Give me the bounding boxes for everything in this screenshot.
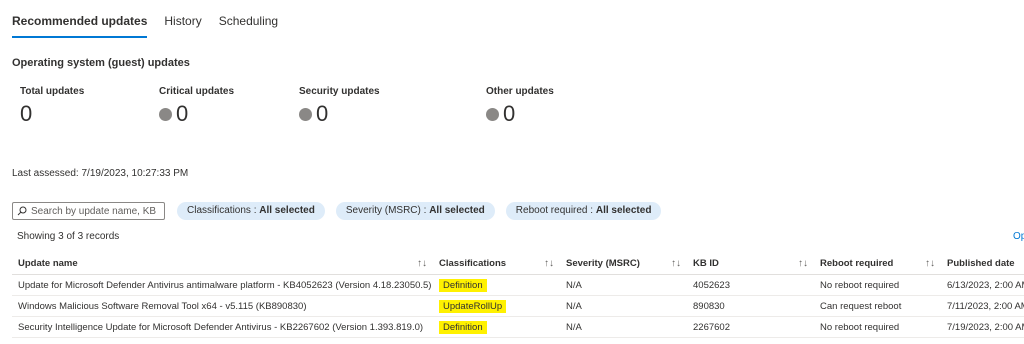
metric-security-updates: Security updates 0: [299, 86, 380, 127]
metric-value: 0: [316, 101, 329, 126]
record-count: Showing 3 of 3 records: [17, 231, 120, 242]
metric-value: 0: [503, 101, 516, 126]
column-header-kb-id[interactable]: KB ID ↑↓: [687, 252, 814, 275]
status-dot-icon: [299, 107, 312, 121]
table-header-row: Update name ↑↓ Classifications ↑↓ Severity…: [12, 252, 1024, 275]
sort-icon[interactable]: ↑↓: [544, 258, 554, 269]
column-header-reboot-required[interactable]: Reboot required ↑↓: [814, 252, 941, 275]
sort-icon[interactable]: ↑↓: [671, 258, 681, 269]
filter-severity[interactable]: Severity (MSRC) : All selected: [335, 202, 495, 220]
classification-badge: UpdateRollUp: [439, 299, 507, 313]
filter-value: All selected: [595, 205, 652, 216]
updates-table: Update name ↑↓ Classifications ↑↓ Severity…: [12, 252, 1024, 338]
metric-label: Critical updates: [159, 86, 235, 97]
column-header-severity[interactable]: Severity (MSRC) ↑↓: [560, 252, 687, 275]
section-title: Operating system (guest) updates: [12, 57, 190, 69]
metric-label: Security updates: [299, 86, 380, 97]
table-row[interactable]: Windows Malicious Software Removal Tool …: [12, 295, 1024, 317]
last-assessed-text: Last assessed: 7/19/2023, 10:27:33 PM: [12, 168, 189, 179]
tab-scheduling[interactable]: Scheduling: [219, 14, 278, 38]
cell-update-name: Update for Microsoft Defender Antivirus …: [12, 274, 433, 296]
search-input[interactable]: [31, 205, 159, 217]
metric-critical-updates: Critical updates 0: [159, 86, 234, 127]
cell-kb-id: 4052623: [687, 274, 814, 296]
metric-value: 0: [176, 101, 189, 126]
classification-badge: Definition: [439, 278, 487, 292]
metric-label: Total updates: [20, 86, 85, 97]
tab-history[interactable]: History: [164, 14, 201, 38]
table-row[interactable]: Update for Microsoft Defender Antivirus …: [12, 274, 1024, 296]
cell-update-name: Windows Malicious Software Removal Tool …: [12, 295, 433, 317]
search-box[interactable]: [12, 202, 165, 220]
sort-icon[interactable]: ↑↓: [417, 258, 427, 269]
filter-label: Reboot required :: [515, 205, 596, 216]
metric-value: 0: [20, 101, 33, 126]
filter-label: Severity (MSRC) :: [345, 205, 430, 216]
cell-severity: N/A: [560, 295, 687, 317]
filter-label: Classifications :: [187, 205, 260, 216]
filter-bar: Classifications : All selected Severity …: [12, 202, 672, 220]
filter-reboot-required[interactable]: Reboot required : All selected: [505, 202, 662, 220]
cell-reboot-required: No reboot required: [814, 316, 941, 338]
column-header-published-date[interactable]: Published date: [941, 252, 1024, 275]
cell-reboot-required: Can request reboot: [814, 295, 941, 317]
tab-recommended-updates[interactable]: Recommended updates: [12, 14, 148, 38]
cell-severity: N/A: [560, 274, 687, 296]
tab-bar: Recommended updates History Scheduling: [12, 14, 295, 38]
classification-badge: Definition: [439, 320, 487, 334]
cell-update-name: Security Intelligence Update for Microso…: [12, 316, 433, 338]
cell-published-date: 7/19/2023, 2:00 AM: [941, 316, 1024, 338]
cell-published-date: 7/11/2023, 2:00 AM: [941, 295, 1024, 317]
cell-kb-id: 2267602: [687, 316, 814, 338]
metric-label: Other updates: [486, 86, 554, 97]
cell-reboot-required: No reboot required: [814, 274, 941, 296]
status-dot-icon: [159, 107, 172, 121]
cell-kb-id: 890830: [687, 295, 814, 317]
open-link[interactable]: Op: [1013, 231, 1024, 242]
metric-total-updates: Total updates 0: [20, 86, 84, 127]
table-row[interactable]: Security Intelligence Update for Microso…: [12, 316, 1024, 338]
search-icon: [17, 206, 27, 216]
cell-published-date: 6/13/2023, 2:00 AM: [941, 274, 1024, 296]
sort-icon[interactable]: ↑↓: [798, 258, 808, 269]
cell-severity: N/A: [560, 316, 687, 338]
filter-value: All selected: [259, 205, 315, 216]
column-header-update-name[interactable]: Update name ↑↓: [12, 252, 433, 275]
filter-value: All selected: [429, 205, 485, 216]
sort-icon[interactable]: ↑↓: [925, 258, 935, 269]
metric-other-updates: Other updates 0: [486, 86, 554, 127]
column-header-classifications[interactable]: Classifications ↑↓: [433, 252, 560, 275]
filter-classifications[interactable]: Classifications : All selected: [177, 202, 325, 220]
status-dot-icon: [486, 107, 499, 121]
